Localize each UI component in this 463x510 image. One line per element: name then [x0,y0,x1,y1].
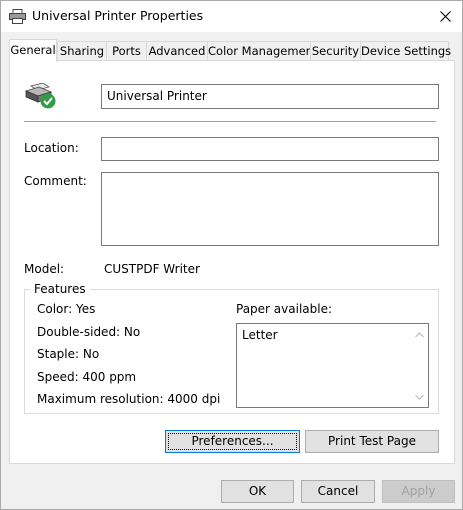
tab-sharing[interactable]: Sharing [57,41,107,60]
title-bar: Universal Printer Properties [1,1,462,32]
tab-ports[interactable]: Ports [106,41,147,60]
paper-available-list[interactable]: Letter [236,323,429,408]
location-label: Location: [24,141,79,155]
list-item[interactable]: Letter [242,328,278,343]
feature-speed: Speed: 400 ppm [37,370,137,384]
printer-icon [9,9,26,24]
tab-strip: General Sharing Ports Advanced Color Man… [9,39,455,62]
tab-security[interactable]: Security [310,41,361,60]
tab-color-management[interactable]: Color Management [207,41,317,60]
close-button[interactable] [429,1,462,32]
ok-button[interactable]: OK [221,480,294,503]
scroll-up-icon[interactable] [415,330,424,339]
tab-general[interactable]: General [9,39,57,62]
printer-properties-window: Universal Printer Properties General Sha… [0,0,463,510]
printer-name-field[interactable]: Universal Printer [101,84,439,109]
feature-max-resolution: Maximum resolution: 4000 dpi [37,392,221,406]
apply-button[interactable]: Apply [382,480,455,503]
feature-staple: Staple: No [37,347,100,361]
comment-label: Comment: [24,174,87,188]
feature-double-sided: Double-sided: No [37,325,141,339]
paper-available-label: Paper available: [236,302,333,316]
separator [24,121,436,122]
model-label: Model: [24,262,65,276]
comment-field[interactable] [101,172,439,246]
printer-ready-icon [24,82,57,109]
tab-advanced[interactable]: Advanced [146,41,208,60]
cancel-button[interactable]: Cancel [301,480,375,503]
features-title: Features [30,282,90,297]
tab-device-settings[interactable]: Device Settings [360,41,451,60]
feature-color: Color: Yes [37,302,96,316]
model-value: CUSTPDF Writer [104,262,200,276]
scroll-down-icon[interactable] [415,392,424,401]
preferences-button[interactable]: Preferences... [165,430,300,453]
print-test-page-button[interactable]: Print Test Page [305,430,439,453]
window-title: Universal Printer Properties [32,8,204,23]
location-field[interactable] [101,137,439,161]
close-icon [440,11,451,22]
